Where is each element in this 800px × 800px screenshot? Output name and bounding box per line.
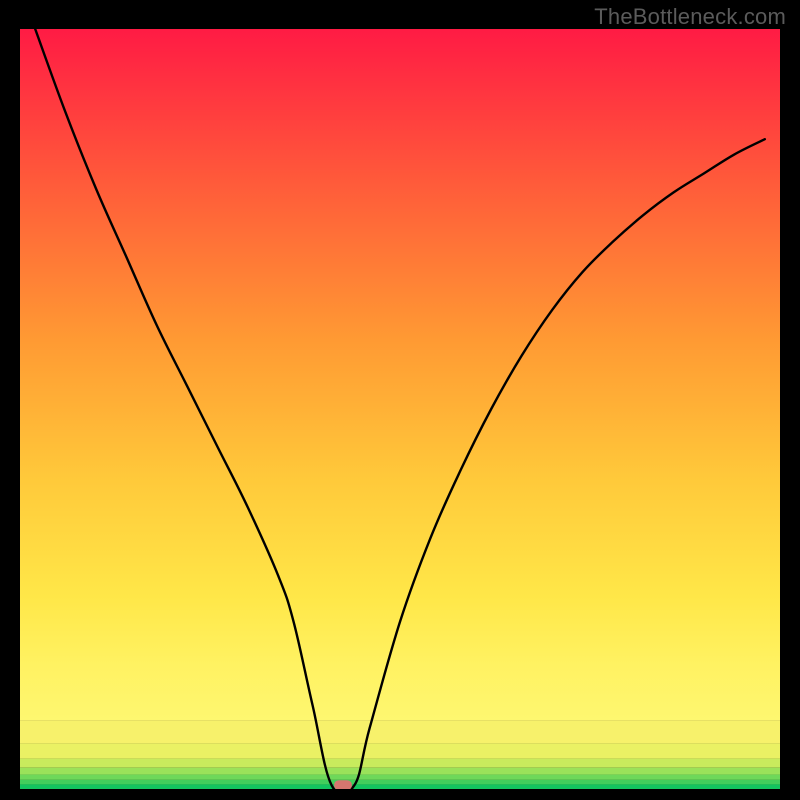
chart-svg [20, 29, 780, 789]
minimum-marker [334, 780, 352, 789]
watermark-text: TheBottleneck.com [594, 4, 786, 30]
chart-frame [20, 29, 780, 789]
green-bands [20, 721, 780, 789]
gradient-background [20, 29, 780, 721]
